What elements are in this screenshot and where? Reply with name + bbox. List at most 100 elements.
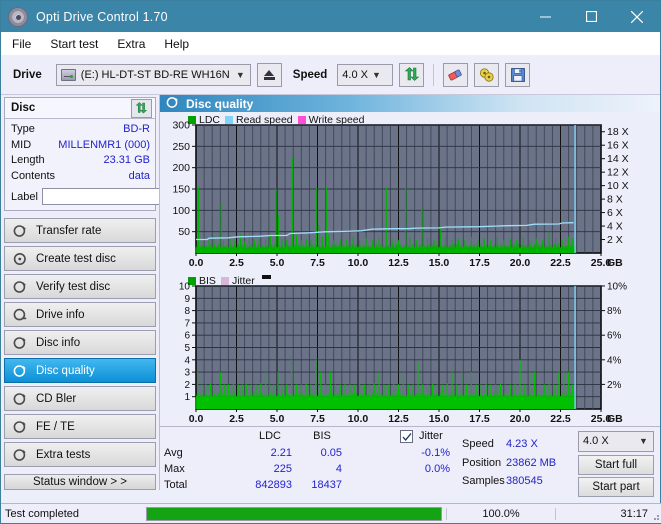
svg-text:2 X: 2 X <box>607 234 623 246</box>
chevron-down-icon: ▼ <box>372 69 381 80</box>
sidebar-item-drive-info[interactable]: Drive info <box>4 302 156 327</box>
erase-button[interactable] <box>443 62 469 87</box>
svg-text:5: 5 <box>184 343 190 354</box>
start-full-button[interactable]: Start full <box>578 454 654 475</box>
svg-text:1: 1 <box>184 392 190 403</box>
minimize-icon[interactable] <box>522 1 568 32</box>
svg-text:16 X: 16 X <box>607 140 629 152</box>
toolbar: Drive (E:) HL-DT-ST BD-RE WH16NS58 TST4 … <box>1 55 660 95</box>
svg-text:12.5: 12.5 <box>388 413 409 425</box>
disc-info-icon <box>13 336 27 350</box>
svg-text:6 X: 6 X <box>607 207 623 219</box>
disc-row-length: Length 23.31 GB <box>11 153 150 169</box>
elapsed-time: 31:17 <box>620 507 648 520</box>
disc-row-contents: Contents data <box>11 169 150 185</box>
stats-avg-ldc: 2.21 <box>270 446 292 459</box>
disc-row-type: Type BD-R <box>11 122 150 138</box>
sidebar-item-fe-te[interactable]: FE / TE <box>4 414 156 439</box>
drive-select-value: (E:) HL-DT-ST BD-RE WH16NS58 TST4 <box>80 68 230 81</box>
close-icon[interactable] <box>614 1 660 32</box>
extra-tests-icon <box>13 448 27 462</box>
sidebar-item-label: Drive info <box>36 308 85 321</box>
test-speed-value: 4.0 X <box>583 435 609 448</box>
disc-info-panel: Disc Type BD-R MID MILLENMR1 (000) Lengt… <box>4 97 245 211</box>
samples-label: Samples <box>462 474 505 487</box>
sidebar-item-extra-tests[interactable]: Extra tests <box>4 442 156 467</box>
stats-panel: LDC BIS Jitter Avg 2.21 0.05 -0.1% Max 2… <box>160 425 660 497</box>
ldc-chart-canvas: 50 100 150 200 250 300 2 X4 X 6 X8 X 10 X12 X 14 … <box>172 120 629 270</box>
disc-label-key: Label <box>11 190 38 203</box>
start-part-button[interactable]: Start part <box>578 476 654 497</box>
disc-quality-icon <box>166 96 179 112</box>
svg-text:10.0: 10.0 <box>348 257 369 269</box>
svg-text:8: 8 <box>184 306 190 317</box>
svg-text:18 X: 18 X <box>607 126 629 138</box>
test-speed-select[interactable]: 4.0 X ▼ <box>578 430 654 452</box>
svg-text:22.5: 22.5 <box>550 413 571 425</box>
sidebar: Disc Type BD-R MID MILLENMR1 (000) Lengt… <box>1 95 245 490</box>
drive-icon <box>60 68 76 81</box>
jitter-label: Jitter <box>419 429 443 442</box>
maximize-icon[interactable] <box>568 1 614 32</box>
stats-total-ldc: 842893 <box>255 478 292 491</box>
sidebar-item-verify-test-disc[interactable]: Verify test disc <box>4 274 156 299</box>
main-body: Disc Type BD-R MID MILLENMR1 (000) Lengt… <box>1 95 660 497</box>
stats-col-bis: BIS <box>313 429 331 442</box>
status-window-button[interactable]: Status window > > <box>4 474 156 490</box>
nav-list: Transfer rate Create test disc Verify te… <box>4 218 156 467</box>
svg-text:4%: 4% <box>607 355 622 366</box>
svg-text:3: 3 <box>184 367 190 378</box>
svg-text:300: 300 <box>172 120 190 132</box>
sidebar-item-disc-quality[interactable]: Disc quality <box>4 358 156 383</box>
disc-refresh-button[interactable] <box>131 98 152 118</box>
drive-select[interactable]: (E:) HL-DT-ST BD-RE WH16NS58 TST4 ▼ <box>55 63 251 86</box>
sidebar-item-cd-bler[interactable]: CD Bler <box>4 386 156 411</box>
disc-row-key: Length <box>11 154 45 166</box>
disc-row-value: 23.31 GB <box>103 154 150 166</box>
svg-text:5.0: 5.0 <box>270 413 285 425</box>
stats-max-jitter: 0.0% <box>424 462 450 475</box>
sidebar-item-disc-info[interactable]: Disc info <box>4 330 156 355</box>
disc-row-mid: MID MILLENMR1 (000) <box>11 138 150 154</box>
speed-stat-label: Speed <box>462 437 494 450</box>
sidebar-item-transfer-rate[interactable]: Transfer rate <box>4 218 156 243</box>
stats-row-key-total: Total <box>164 478 188 491</box>
create-disc-icon <box>13 252 27 266</box>
sidebar-item-label: Disc quality <box>36 364 95 377</box>
resize-grip-icon[interactable] <box>650 511 660 521</box>
save-button[interactable] <box>505 62 531 87</box>
svg-text:GB: GB <box>607 413 623 425</box>
panel-header: Disc quality <box>160 95 660 112</box>
speed-select[interactable]: 4.0 X ▼ <box>337 63 394 86</box>
stats-max-ldc: 225 <box>273 462 292 475</box>
cd-bler-icon <box>13 392 27 406</box>
disc-tools-button[interactable] <box>474 62 500 87</box>
menu-item-file[interactable]: File <box>11 35 32 53</box>
disc-quality-icon <box>13 364 27 378</box>
save-floppy-icon <box>510 67 525 82</box>
toolbar-separator <box>433 63 435 86</box>
svg-text:2: 2 <box>184 380 190 391</box>
menu-item-help[interactable]: Help <box>163 35 190 53</box>
svg-text:0.0: 0.0 <box>189 257 204 269</box>
menu-item-start-test[interactable]: Start test <box>49 35 99 53</box>
title-bar: Opti Drive Control 1.70 <box>1 1 660 32</box>
sidebar-item-label: Extra tests <box>36 448 91 461</box>
stats-avg-bis: 0.05 <box>320 446 342 459</box>
svg-text:17.5: 17.5 <box>469 257 490 269</box>
svg-text:10: 10 <box>179 281 191 292</box>
menu-item-extra[interactable]: Extra <box>116 35 146 53</box>
eject-button[interactable] <box>256 62 282 87</box>
svg-text:4: 4 <box>184 355 190 366</box>
svg-text:10%: 10% <box>607 281 627 292</box>
panel-title: Disc quality <box>186 96 254 111</box>
sidebar-item-create-test-disc[interactable]: Create test disc <box>4 246 156 271</box>
disc-row-value: MILLENMR1 (000) <box>58 138 150 151</box>
jitter-checkbox[interactable] <box>400 429 413 443</box>
app-window: Opti Drive Control 1.70 File Start test … <box>0 0 661 524</box>
disc-panel-title: Disc <box>11 102 36 114</box>
speed-stat-value: 4.23 X <box>506 437 538 450</box>
samples-value: 380545 <box>506 474 543 487</box>
svg-text:100: 100 <box>172 205 190 217</box>
refresh-button[interactable] <box>399 62 425 87</box>
